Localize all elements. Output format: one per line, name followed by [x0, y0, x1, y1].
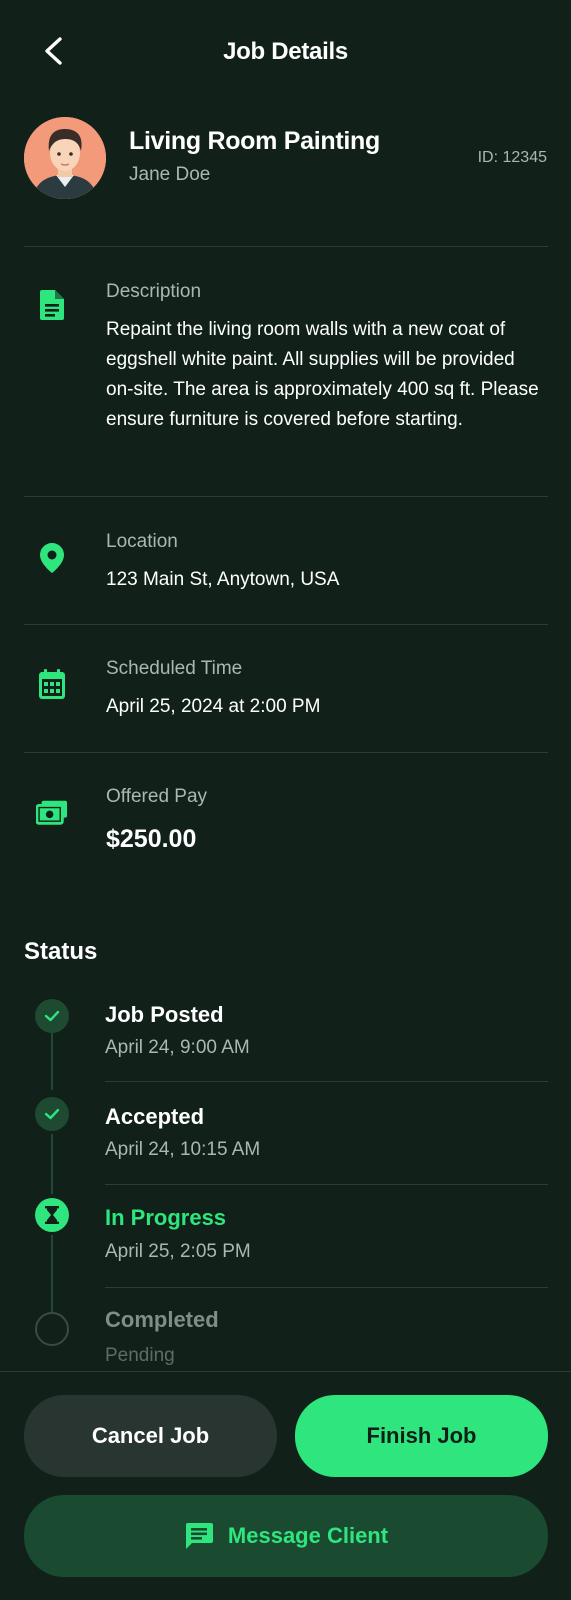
status-step-title: Accepted	[105, 1104, 205, 1129]
timeline-connector	[51, 1235, 53, 1313]
divider	[105, 1184, 548, 1185]
status-step-title: Completed	[105, 1307, 219, 1332]
chat-icon	[184, 1521, 214, 1551]
status-heading: Status	[24, 938, 98, 965]
divider	[105, 1081, 548, 1082]
divider	[24, 752, 548, 753]
document-icon	[36, 289, 68, 321]
divider	[24, 624, 548, 625]
location-value: 123 Main St, Anytown, USA	[106, 569, 340, 590]
divider	[24, 496, 548, 497]
schedule-section: Scheduled Time April 25, 2024 at 2:00 PM	[24, 658, 548, 728]
job-title: Living Room Painting	[129, 127, 380, 155]
page-title: Job Details	[223, 38, 348, 65]
location-label: Location	[106, 531, 178, 552]
empty-circle-icon	[35, 1312, 69, 1346]
message-client-button[interactable]: Message Client	[24, 1495, 548, 1577]
timeline-connector	[51, 1134, 53, 1194]
status-step-time: Pending	[105, 1345, 175, 1366]
status-step-time: April 24, 9:00 AM	[105, 1037, 250, 1058]
schedule-value: April 25, 2024 at 2:00 PM	[106, 696, 321, 717]
status-step-time: April 24, 10:15 AM	[105, 1139, 261, 1160]
timeline-connector	[51, 1032, 53, 1090]
hourglass-icon	[35, 1198, 69, 1232]
action-bar: Cancel Job Finish Job Message Client	[0, 1372, 571, 1600]
schedule-label: Scheduled Time	[106, 658, 243, 679]
location-section: Location 123 Main St, Anytown, USA	[24, 531, 548, 601]
client-name: Jane Doe	[129, 164, 211, 185]
status-step-title: In Progress	[105, 1205, 227, 1230]
check-icon	[35, 999, 69, 1033]
divider	[105, 1287, 548, 1288]
location-pin-icon	[36, 542, 68, 574]
description-label: Description	[106, 281, 202, 302]
job-summary: Living Room Painting Jane Doe ID: 12345	[24, 117, 547, 201]
job-id: ID: 12345	[477, 149, 547, 166]
pay-label: Offered Pay	[106, 786, 208, 807]
message-client-label: Message Client	[227, 1523, 389, 1548]
calendar-icon	[36, 668, 68, 700]
finish-job-button[interactable]: Finish Job	[295, 1395, 548, 1477]
status-step-title: Job Posted	[105, 1002, 224, 1027]
money-icon	[36, 796, 68, 828]
pay-section: Offered Pay $250.00	[24, 786, 548, 856]
status-step-time: April 25, 2:05 PM	[105, 1241, 251, 1262]
cancel-job-button[interactable]: Cancel Job	[24, 1395, 277, 1477]
app-header: Job Details	[0, 0, 571, 106]
pay-value: $250.00	[106, 825, 197, 853]
divider	[24, 246, 548, 247]
description-section: Description Repaint the living room wall…	[24, 281, 548, 461]
check-icon	[35, 1097, 69, 1131]
description-text: Repaint the living room walls with a new…	[106, 319, 539, 430]
avatar	[24, 117, 106, 199]
